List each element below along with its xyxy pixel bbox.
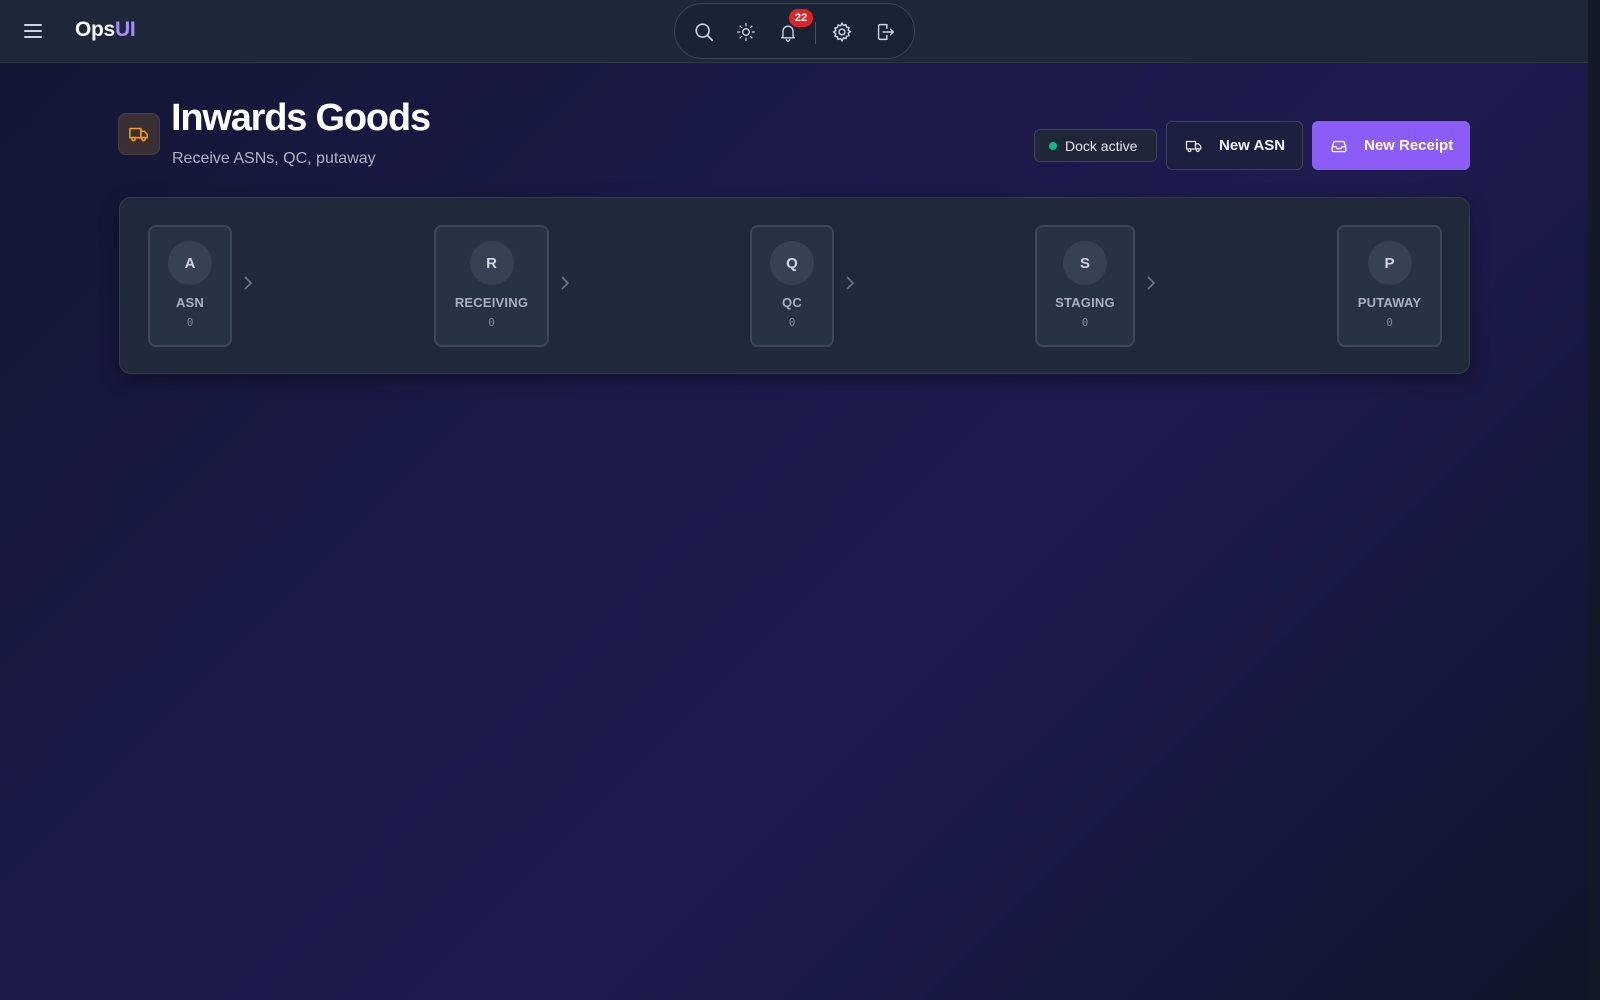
toolbar: 22 — [674, 3, 915, 59]
stage-staging[interactable]: S STAGING 0 — [1035, 225, 1135, 347]
chevron-right-icon — [244, 276, 253, 290]
page-subtitle: Receive ASNs, QC, putaway — [172, 150, 376, 167]
stage-initial: R — [469, 241, 514, 285]
stage-label: RECEIVING — [454, 295, 529, 310]
stage-initial: Q — [770, 241, 814, 285]
hamburger-menu-icon[interactable] — [24, 20, 46, 42]
stage-label: ASN — [175, 295, 205, 310]
new-asn-label: New ASN — [1219, 137, 1286, 154]
top-bar: OpsUI 22 — [0, 0, 1588, 63]
stage-label: PUTAWAY — [1357, 295, 1422, 310]
inbound-pipeline: A ASN 0 R RECEIVING 0 Q QC 0 S STAGING 0… — [119, 197, 1470, 374]
new-receipt-button[interactable]: New Receipt — [1312, 121, 1470, 170]
page-title: Inwards Goods — [171, 97, 431, 139]
stage-count: 0 — [488, 316, 495, 329]
chevron-right-icon — [561, 276, 570, 290]
truck-icon — [1185, 140, 1202, 152]
stage-label: QC — [782, 295, 802, 310]
page-scrollbar[interactable] — [1588, 0, 1600, 1000]
brand-text-ui: UI — [114, 18, 136, 41]
dock-status-badge: Dock active — [1034, 129, 1157, 162]
stage-count: 0 — [1386, 316, 1393, 329]
truck-icon — [118, 113, 160, 155]
chevron-right-icon — [846, 276, 855, 290]
new-receipt-label: New Receipt — [1364, 137, 1454, 154]
stage-initial: A — [168, 241, 212, 285]
stage-count: 0 — [1081, 316, 1089, 329]
sun-icon[interactable] — [734, 20, 758, 44]
search-icon[interactable] — [692, 20, 716, 44]
stage-receiving[interactable]: R RECEIVING 0 — [434, 225, 549, 347]
stage-asn[interactable]: A ASN 0 — [148, 225, 232, 347]
chevron-right-icon — [1147, 276, 1156, 290]
inbox-icon — [1331, 140, 1347, 152]
new-asn-button[interactable]: New ASN — [1166, 121, 1303, 170]
logout-icon[interactable] — [873, 20, 897, 44]
stage-initial: S — [1063, 241, 1107, 285]
stage-putaway[interactable]: P PUTAWAY 0 — [1337, 225, 1442, 347]
stage-count: 0 — [186, 316, 194, 329]
stage-initial: P — [1367, 241, 1412, 285]
notification-badge: 22 — [789, 9, 813, 27]
status-label: Dock active — [1065, 137, 1138, 154]
toolbar-divider — [815, 22, 816, 44]
stage-qc[interactable]: Q QC 0 — [750, 225, 834, 347]
stage-label: STAGING — [1055, 295, 1115, 310]
stage-count: 0 — [788, 316, 796, 329]
settings-icon[interactable] — [830, 20, 854, 44]
brand-logo[interactable]: OpsUI — [75, 18, 136, 42]
status-dot-icon — [1049, 141, 1057, 150]
brand-text-ops: Ops — [75, 18, 115, 41]
